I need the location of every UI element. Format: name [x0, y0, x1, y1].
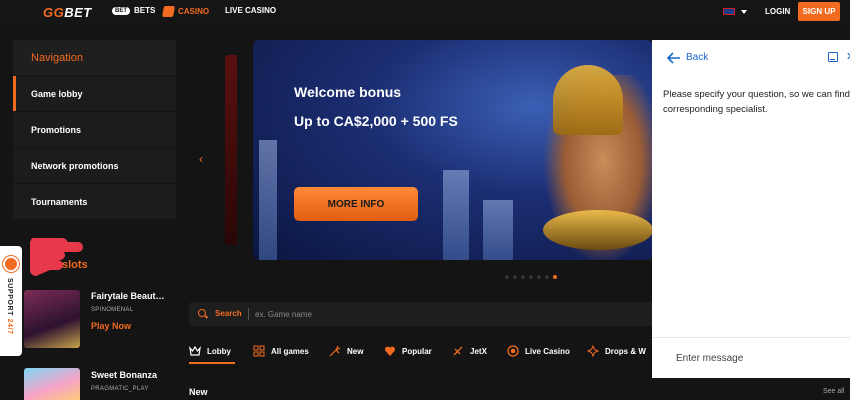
support-label-hours: 24/7	[6, 318, 13, 335]
tab-jetx[interactable]: JetX	[452, 338, 487, 364]
logo-gg: GG	[43, 5, 65, 20]
chevron-down-icon[interactable]	[741, 10, 747, 14]
tab-popular[interactable]: Popular	[384, 338, 432, 364]
support-label-text: SUPPORT	[6, 278, 13, 319]
sidebar-item-promotions[interactable]: Promotions	[13, 112, 176, 148]
search-label: Search	[215, 309, 242, 318]
nav-bets-label: BETS	[134, 6, 156, 15]
section-title-new: New	[189, 387, 208, 397]
support-tab[interactable]: SUPPORT 24/7	[0, 246, 22, 356]
carousel-dot[interactable]	[505, 275, 509, 279]
banner-title: Welcome bonus	[294, 84, 402, 100]
category-tabs: Lobby All games New Popular JetX Live Ca…	[189, 338, 659, 364]
carousel-dot[interactable]	[545, 275, 549, 279]
top-bar: GGBET BET BETS CASINO LIVE CASINO LOGIN …	[0, 0, 850, 24]
previous-slide-peek	[225, 55, 237, 245]
nav-casino-label: CASINO	[178, 7, 210, 16]
tab-label: Lobby	[207, 346, 231, 356]
navigation-heading: Navigation	[13, 40, 176, 76]
chat-divider	[652, 337, 850, 338]
tab-lobby[interactable]: Lobby	[189, 338, 235, 364]
tab-label: Live Casino	[525, 346, 570, 356]
tab-label: New	[347, 346, 364, 356]
language-flag-icon[interactable]	[723, 8, 735, 15]
signup-button[interactable]: SIGN UP	[798, 2, 840, 21]
tab-label: JetX	[470, 346, 487, 356]
carousel-dot[interactable]	[537, 275, 541, 279]
logo-bet: BET	[64, 5, 92, 20]
sparkle-icon	[329, 345, 341, 357]
slot-provider: PRAGMATIC_PLAY	[91, 386, 149, 392]
promo-banner: Welcome bonus Up to CA$2,000 + 500 FS MO…	[253, 40, 653, 260]
carousel-dot[interactable]	[521, 275, 525, 279]
pillar-decoration	[259, 140, 277, 260]
slot-thumbnail-sweet-bonanza[interactable]	[24, 368, 80, 400]
search-divider	[248, 308, 249, 320]
sidebar-item-network-promotions[interactable]: Network promotions	[13, 148, 176, 184]
carousel-dot[interactable]	[513, 275, 517, 279]
tab-label: Drops & W	[605, 346, 646, 356]
support-label: SUPPORT 24/7	[6, 278, 13, 335]
support-chat-panel: Back ✕ Please specify your question, so …	[652, 40, 850, 378]
grid-icon	[253, 345, 265, 357]
nav-live-casino[interactable]: LIVE CASINO	[225, 6, 276, 15]
search-icon	[198, 309, 206, 317]
carousel-prev-icon[interactable]: ‹	[199, 152, 203, 166]
tab-label: All games	[271, 346, 309, 356]
game-search-bar: Search	[189, 302, 659, 326]
carousel-dots	[505, 275, 557, 279]
drops-icon	[587, 345, 599, 357]
crown-icon	[189, 345, 201, 356]
tab-live-casino[interactable]: Live Casino	[507, 338, 570, 364]
live-icon	[507, 345, 519, 357]
slot-provider: SPINOMENAL	[91, 307, 134, 313]
slot-thumbnail-fairytale[interactable]	[24, 290, 80, 348]
tab-label: Popular	[402, 346, 432, 356]
minimize-icon[interactable]	[828, 52, 838, 62]
slot-name[interactable]: Fairytale Beaut…	[91, 291, 165, 301]
chat-message-input[interactable]	[676, 349, 841, 367]
jet-icon	[453, 346, 463, 356]
headdress-illustration	[553, 65, 623, 135]
login-button[interactable]: LOGIN	[765, 7, 790, 16]
carousel-dot-active[interactable]	[553, 275, 557, 279]
carousel-dot[interactable]	[529, 275, 533, 279]
casino-icon	[162, 6, 175, 17]
chat-message: Please specify your question, so we can …	[663, 89, 850, 115]
pillar-decoration	[483, 200, 513, 260]
see-all-link[interactable]: See all	[823, 388, 844, 395]
pointing-hand-icon	[30, 238, 83, 276]
slot-name[interactable]: Sweet Bonanza	[91, 370, 157, 380]
more-info-button[interactable]: MORE INFO	[294, 187, 418, 221]
nav-casino[interactable]: CASINO	[162, 6, 210, 17]
pillar-decoration	[443, 170, 469, 260]
tab-drops-wins[interactable]: Drops & W	[587, 338, 646, 364]
close-icon[interactable]: ✕	[846, 50, 850, 63]
tab-all-games[interactable]: All games	[253, 338, 309, 364]
nav-bets[interactable]: BET BETS	[112, 6, 155, 15]
play-now-link[interactable]: Play Now	[91, 321, 131, 331]
bets-badge: BET	[112, 6, 130, 15]
casino-page: GGBET BET BETS CASINO LIVE CASINO LOGIN …	[0, 0, 850, 400]
support-icon	[3, 256, 19, 272]
necklace-illustration	[543, 210, 653, 250]
heart-icon	[384, 346, 396, 356]
sidebar-navigation: Navigation Game lobby Promotions Network…	[13, 40, 176, 220]
banner-subtitle: Up to CA$2,000 + 500 FS	[294, 113, 458, 129]
logo[interactable]: GGBET	[43, 5, 92, 20]
sidebar-item-game-lobby[interactable]: Game lobby	[13, 76, 176, 112]
search-input[interactable]	[255, 306, 635, 322]
tab-new[interactable]: New	[329, 338, 363, 364]
arrow-left-icon[interactable]	[667, 52, 681, 64]
sidebar-item-tournaments[interactable]: Tournaments	[13, 184, 176, 220]
chat-back-button[interactable]: Back	[686, 52, 708, 63]
